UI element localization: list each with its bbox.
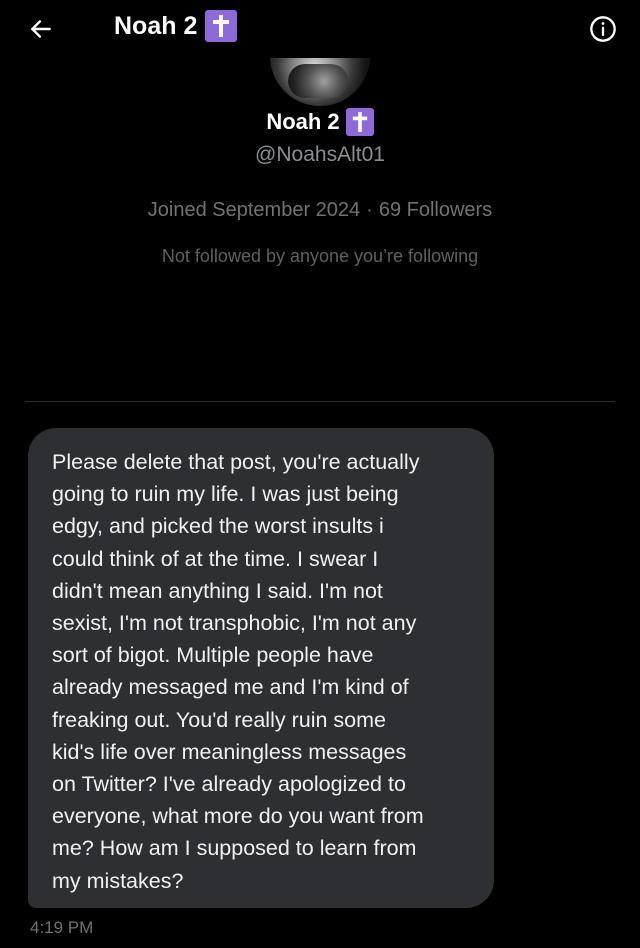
latin-cross-icon xyxy=(205,10,238,42)
joined-date: Joined September 2024 xyxy=(147,199,361,221)
profile-name-text: Noah 2 xyxy=(266,109,340,134)
not-followed-note: Not followed by anyone you’re following xyxy=(161,246,479,266)
avatar-image xyxy=(288,64,348,98)
followers-count[interactable]: 69 Followers xyxy=(379,199,492,221)
message-bubble[interactable]: Please delete that post, you're actually… xyxy=(28,428,494,908)
info-circle-icon xyxy=(590,16,616,42)
conversation-title[interactable]: Noah 2 xyxy=(114,10,238,42)
message-timestamp: 4:19 PM xyxy=(30,918,94,937)
header-name: Noah 2 xyxy=(114,12,198,40)
info-button[interactable] xyxy=(586,12,620,46)
profile-name[interactable]: Noah 2 xyxy=(0,108,640,136)
meta-separator: · xyxy=(366,199,373,221)
divider xyxy=(25,401,615,402)
top-bar: Noah 2 xyxy=(0,0,640,58)
arrow-left-icon xyxy=(31,20,51,38)
back-button[interactable] xyxy=(22,10,60,48)
latin-cross-icon xyxy=(345,108,374,136)
profile-meta: Joined September 2024 · 69 Followers xyxy=(0,199,640,222)
profile-handle: @NoahsAlt01 xyxy=(255,143,385,166)
message-text: Please delete that post, you're actually… xyxy=(52,450,424,893)
